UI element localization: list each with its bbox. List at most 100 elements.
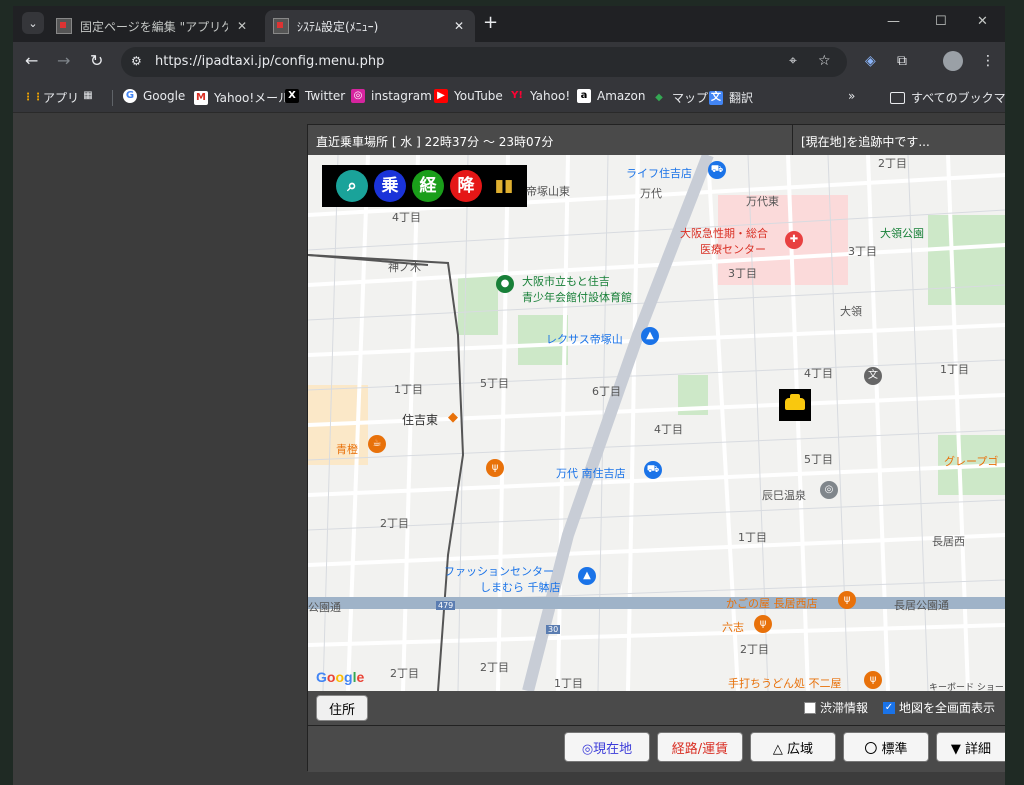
- site-favicon-icon: [273, 18, 289, 34]
- map-label: 2丁目: [740, 643, 769, 656]
- bookmark-apps[interactable]: ⋮⋮ アプリ: [23, 89, 79, 106]
- action-icon-bar: ⌕ 乗 経 降 ▮▮: [322, 165, 527, 207]
- bookmarks-bar: ⋮⋮ アプリ ▦ G Google M Yahoo!メール X Twitter ◎ ins…: [13, 82, 1005, 113]
- bookmark-yahoo[interactable]: Y! Yahoo!: [510, 89, 570, 103]
- status-bar: 直近乗車場所 [ 水 ] 22時37分 〜 23時07分 [現在地]を追跡中です…: [308, 125, 1005, 155]
- map-label: 3丁目: [848, 245, 877, 258]
- hot-spring-icon: ◎: [820, 481, 838, 499]
- yahoo-icon: Y!: [511, 90, 523, 101]
- address-button[interactable]: 住所: [316, 695, 368, 721]
- menu-kebab-icon[interactable]: ⋮: [981, 53, 995, 69]
- boarding-button[interactable]: 乗: [374, 170, 406, 202]
- road-label: 公園通: [308, 601, 341, 614]
- zoom-detail-button[interactable]: ▼ 詳細: [936, 732, 1005, 762]
- yahoo-mail-icon: M: [194, 90, 208, 105]
- bookmark-youtube[interactable]: ▶ YouTube: [434, 89, 503, 103]
- keyboard-shortcuts-link[interactable]: キーボード ショー: [929, 680, 1004, 691]
- close-icon[interactable]: ✕: [234, 19, 250, 33]
- traffic-checkbox[interactable]: 渋滞情報: [804, 699, 868, 716]
- map-label: 辰巳温泉: [762, 489, 806, 502]
- minimize-button[interactable]: —: [887, 14, 900, 29]
- map-label: 手打ちうどん処 不二屋: [728, 677, 842, 690]
- google-icon: G: [123, 89, 137, 103]
- bookmark-label: Yahoo!: [530, 89, 571, 103]
- map-label: 青橙: [336, 443, 358, 456]
- search-magnifier-button[interactable]: ⌕: [336, 170, 368, 202]
- new-tab-button[interactable]: +: [483, 14, 498, 32]
- map-label: 青少年会館付設体育館: [522, 291, 632, 304]
- reload-button[interactable]: ↻: [90, 52, 103, 70]
- shopping-cart-icon: ⛟: [708, 161, 726, 179]
- forward-button[interactable]: →: [57, 52, 70, 70]
- checkbox-checked[interactable]: ✓: [883, 701, 895, 714]
- bookmark-yahoo-mail[interactable]: M Yahoo!メール: [194, 89, 290, 106]
- map-label: 大阪急性期・総合: [680, 227, 768, 240]
- tab-system-settings[interactable]: ｼｽﾃﾑ設定(ﾒﾆｭｰ) ✕: [265, 10, 475, 42]
- location-icon[interactable]: ⌖: [789, 53, 797, 69]
- zoom-standard-button[interactable]: 〇 標準: [843, 732, 929, 762]
- bookmark-star-icon[interactable]: ☆: [818, 53, 831, 69]
- avatar[interactable]: [943, 51, 963, 71]
- bookmark-google[interactable]: G Google: [123, 89, 185, 103]
- bookmarks-overflow-button[interactable]: »: [848, 89, 855, 103]
- bookmark-amazon[interactable]: a Amazon: [577, 89, 646, 103]
- url-text[interactable]: https://ipadtaxi.jp/config.menu.php: [155, 54, 384, 69]
- map-view[interactable]: ⌕ 乗 経 降 ▮▮ ライフ住吉店 ⛟ 帝塚山東 万代 万代東 大阪急性期・総合…: [308, 155, 1005, 691]
- bookmark-twitter[interactable]: X Twitter: [285, 89, 345, 103]
- tab-search-button[interactable]: ⌄: [22, 12, 44, 34]
- route-button[interactable]: 経: [412, 170, 444, 202]
- bookmark-label: Google: [143, 89, 186, 103]
- alight-button[interactable]: 降: [450, 170, 482, 202]
- map-label: 2丁目: [390, 667, 419, 680]
- close-window-button[interactable]: ✕: [977, 14, 988, 29]
- back-button[interactable]: ←: [25, 52, 38, 70]
- map-label: 1丁目: [738, 531, 767, 544]
- site-settings-icon[interactable]: ⚙: [131, 54, 142, 68]
- folder-icon: [890, 91, 905, 104]
- bookmark-label: 翻訳: [729, 91, 754, 105]
- page-content: 直近乗車場所 [ 水 ] 22時37分 〜 23時07分 [現在地]を追跡中です…: [13, 113, 1005, 785]
- amazon-icon: a: [577, 89, 591, 103]
- divider: [112, 90, 113, 106]
- tab-edit-page[interactable]: 固定ページを編集 "アプリケーション" ✕: [48, 10, 258, 42]
- map-label: 万代東: [746, 195, 779, 208]
- maximize-button[interactable]: ☐: [935, 14, 947, 29]
- sports-facility-icon: ●: [496, 275, 514, 293]
- statistics-search-button[interactable]: ▮▮: [488, 170, 520, 202]
- taxi-body: [785, 398, 805, 410]
- all-bookmarks-folder[interactable]: すべてのブックマーク: [890, 89, 1005, 106]
- chart-search-icon: ▮▮: [494, 176, 514, 196]
- fullscreen-checkbox[interactable]: ✓ 地図を全画面表示: [883, 699, 995, 716]
- traffic-label: 渋滞情報: [820, 701, 869, 715]
- fullscreen-label: 地図を全画面表示: [899, 701, 996, 715]
- map-label: 4丁目: [654, 423, 683, 436]
- taxi-marker[interactable]: [779, 389, 811, 421]
- google-logo: Google: [316, 669, 365, 685]
- bookmark-label: マップ: [672, 91, 709, 105]
- recent-boarding-status: 直近乗車場所 [ 水 ] 22時37分 〜 23時07分: [316, 135, 554, 149]
- map-label: かごの屋 長居西店: [726, 597, 818, 610]
- current-location-button[interactable]: ◎現在地: [564, 732, 650, 762]
- restaurant-icon: ψ: [838, 591, 856, 609]
- tracking-status: [現在地]を追跡中です...: [801, 135, 930, 149]
- extensions-puzzle-icon[interactable]: ⧉: [897, 53, 907, 69]
- map-label: 2丁目: [878, 157, 907, 170]
- extension-icon[interactable]: ◈: [865, 53, 876, 69]
- bookmark-instagram[interactable]: ◎ instagram: [351, 89, 432, 103]
- bookmark-maps[interactable]: ◆ マップ: [652, 89, 708, 106]
- school-icon: 文: [864, 367, 882, 385]
- cafe-icon: ☕: [368, 435, 386, 453]
- translate-icon: 文: [709, 90, 723, 105]
- map-label: ファッションセンター: [444, 565, 554, 578]
- address-bar[interactable]: ⚙ https://ipadtaxi.jp/config.menu.php ⌖ …: [121, 47, 847, 77]
- route-fare-button[interactable]: 経路/運賃: [657, 732, 743, 762]
- checkbox[interactable]: [804, 701, 816, 714]
- restaurant-icon: ψ: [864, 671, 882, 689]
- map-label: 1丁目: [394, 383, 423, 396]
- zoom-wide-button[interactable]: △ 広域: [750, 732, 836, 762]
- map-label: 万代 南住吉店: [556, 467, 626, 480]
- action-button-row: ◎現在地 経路/運賃 △ 広域 〇 標準 ▼ 詳細: [308, 725, 1005, 772]
- bookmark-translate[interactable]: 文翻訳: [709, 89, 753, 106]
- close-icon[interactable]: ✕: [451, 19, 467, 33]
- bookmark-grid[interactable]: ▦: [81, 89, 101, 103]
